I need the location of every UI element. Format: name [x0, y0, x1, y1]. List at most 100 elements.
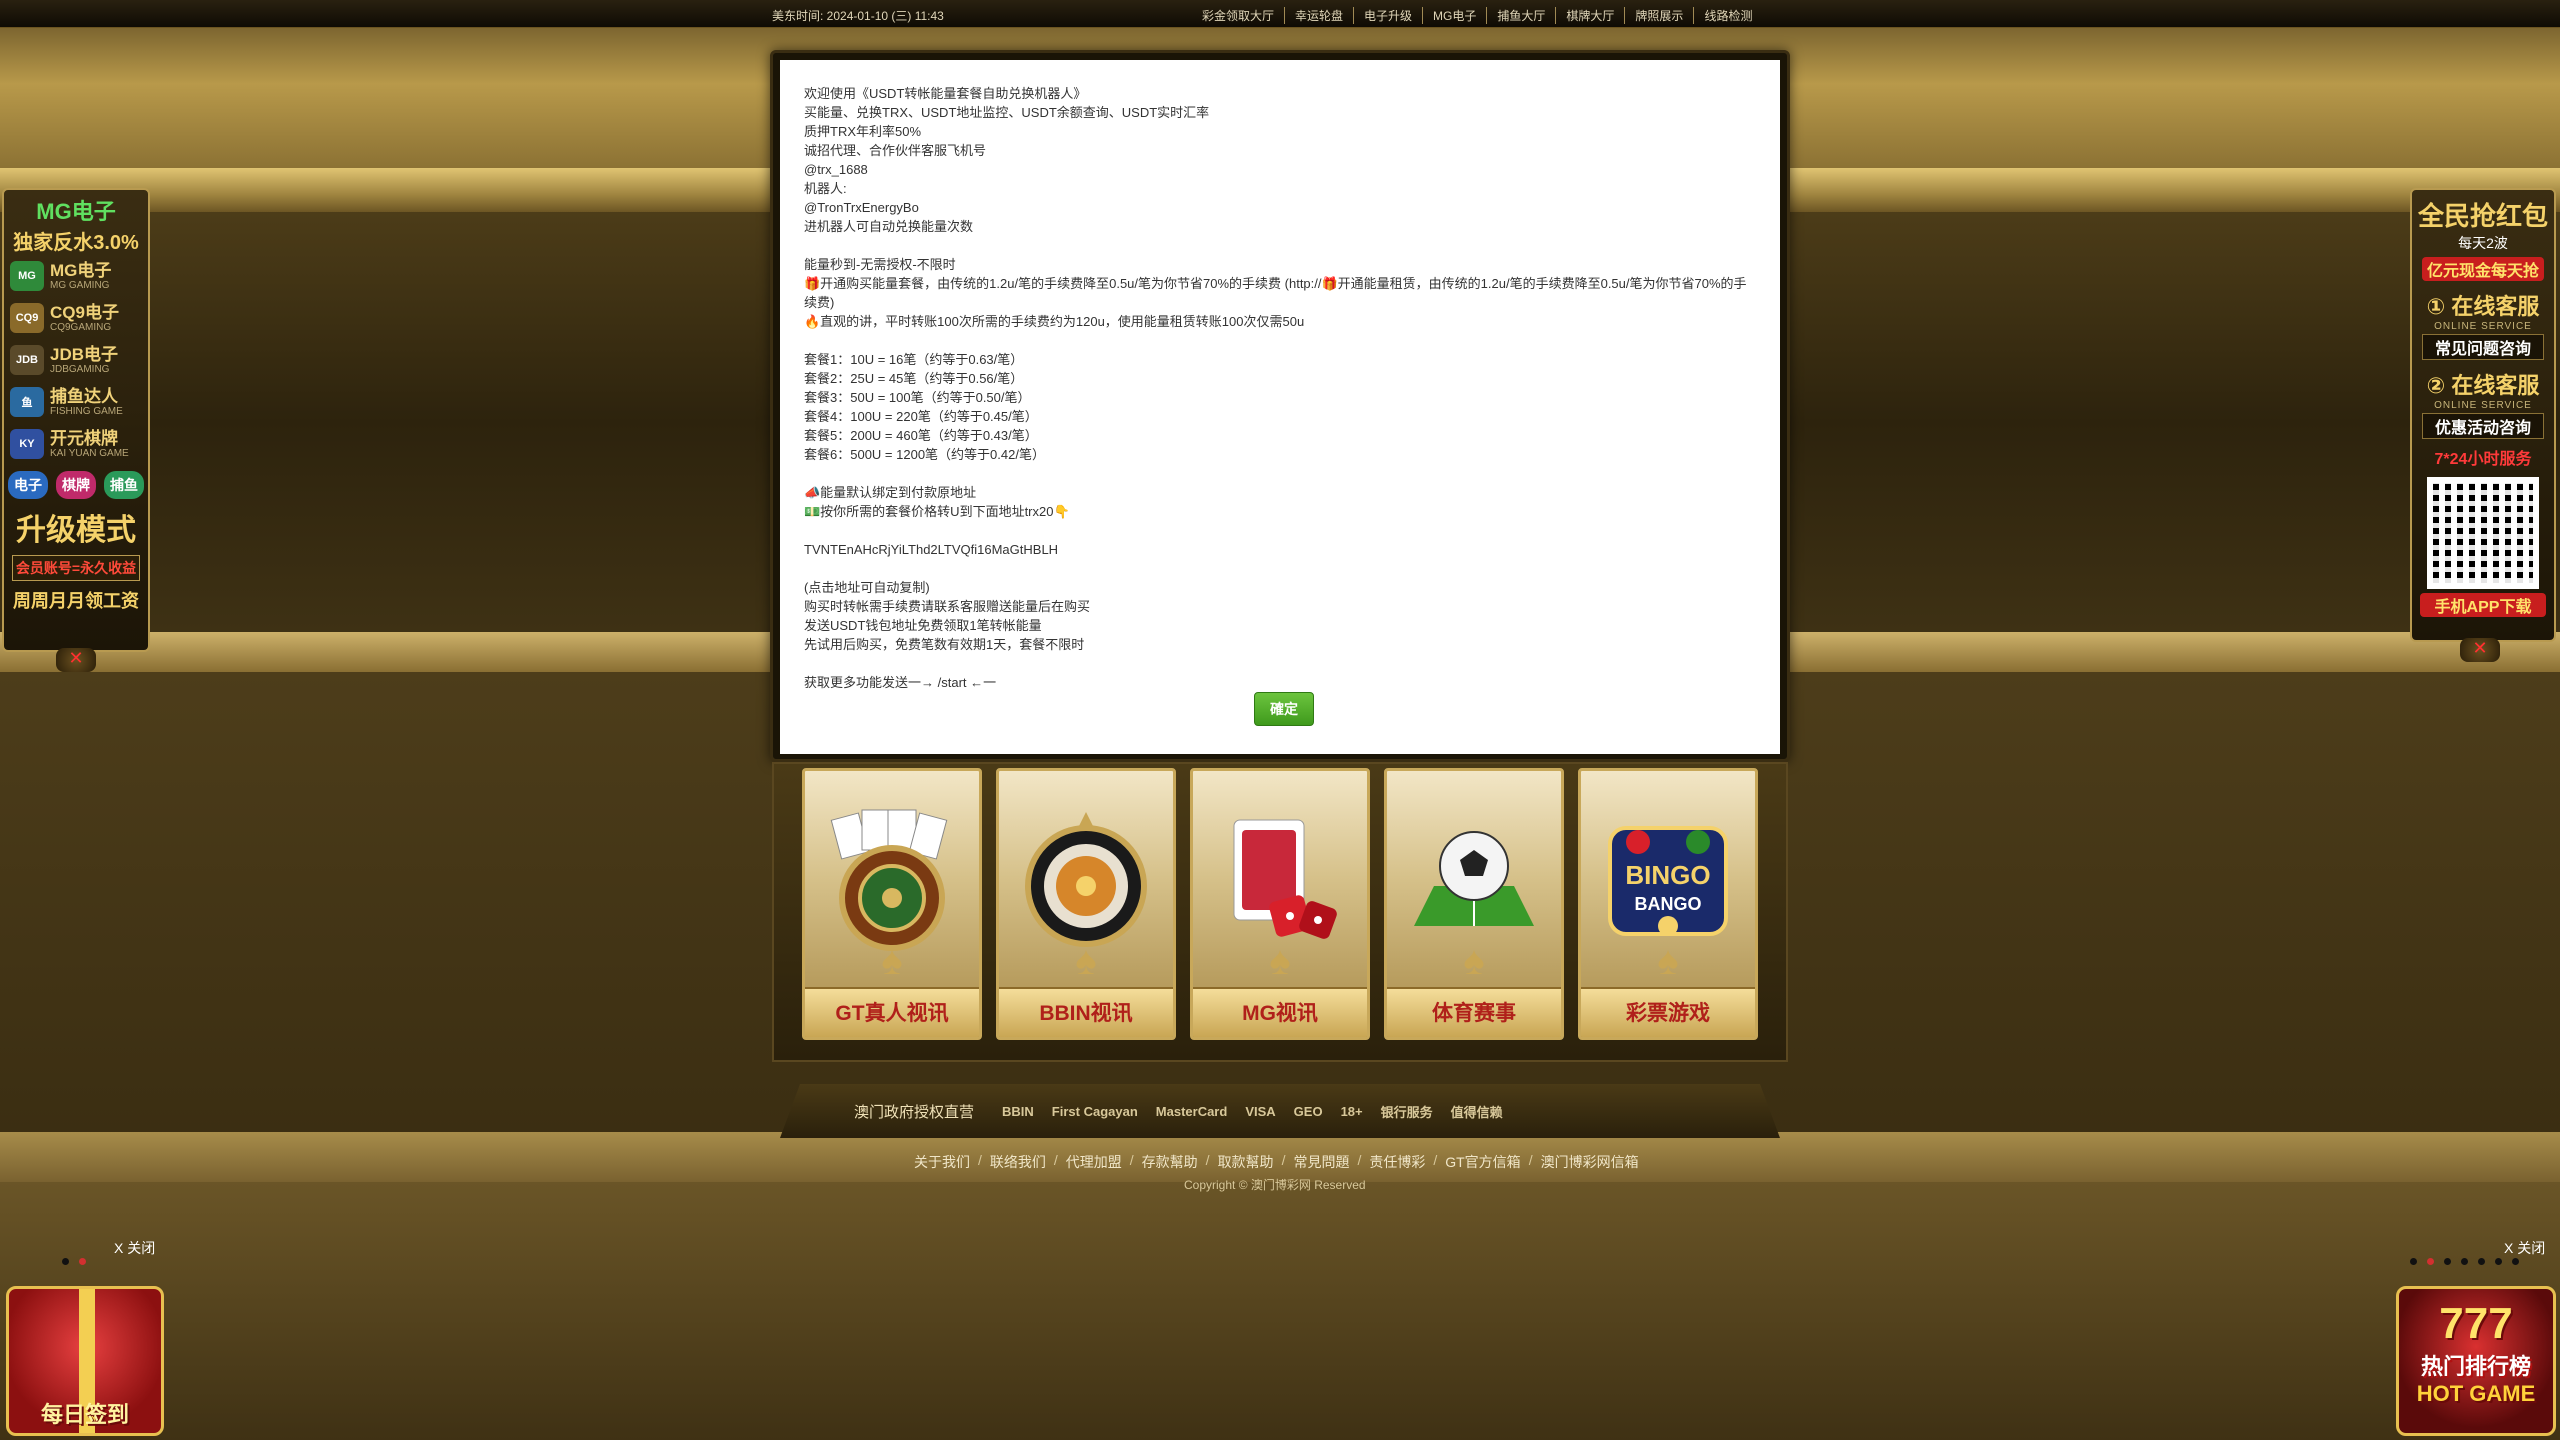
float-game-cq9[interactable]: CQ9 CQ9电子 CQ9GAMING — [4, 297, 148, 339]
salary-banner[interactable]: 周周月月领工资 — [4, 587, 148, 613]
nav-link[interactable]: MG电子 — [1423, 7, 1488, 24]
online-service-1[interactable]: ① 在线客服 ONLINE SERVICE 常见问题咨询 — [2412, 289, 2554, 360]
ok-button[interactable]: 確定 — [1254, 692, 1314, 726]
cq9-icon: CQ9 — [10, 303, 44, 333]
float-game-jdb[interactable]: JDB JDB电子 JDBGAMING — [4, 339, 148, 381]
jdb-icon: JDB — [10, 345, 44, 375]
mastercard-logo-icon: MasterCard — [1155, 1103, 1228, 1119]
app-download-button[interactable]: 手机APP下载 — [2420, 593, 2546, 617]
promo-inquiry-button[interactable]: 优惠活动咨询 — [2422, 413, 2544, 439]
spade-icon: ♠ — [1657, 939, 1679, 983]
footer-link[interactable]: GT官方信箱 — [1437, 1152, 1528, 1172]
bbin-logo-icon: BBIN — [1002, 1103, 1034, 1119]
footer-link[interactable]: 澳门博彩网信箱 — [1533, 1152, 1647, 1172]
game-sub: FISHING GAME — [50, 405, 123, 417]
category-tags: 电子 棋牌 捕鱼 — [4, 471, 148, 499]
game-card-mg[interactable]: ♠ MG视讯 — [1190, 768, 1370, 1040]
footer-link[interactable]: 联络我们 — [982, 1152, 1054, 1172]
footer-link[interactable]: 取款幫助 — [1210, 1152, 1282, 1172]
red-packet-prize: 亿元现金每天抢 — [2422, 257, 2544, 281]
upgrade-mode[interactable]: 升级模式 — [4, 505, 148, 549]
hot-game-title: 热门排行榜 — [2420, 1354, 2531, 1379]
game-name: CQ9电子 — [50, 302, 119, 322]
carousel-dots — [2410, 1258, 2519, 1265]
nav-link[interactable]: 线路检测 — [1694, 7, 1762, 24]
nav-link[interactable]: 棋牌大厅 — [1556, 7, 1626, 24]
carousel-dot[interactable] — [2461, 1258, 2468, 1265]
nav-link[interactable]: 牌照展示 — [1625, 7, 1695, 24]
package-line: 套餐1：10U = 16笔（约等于0.63/笔） — [804, 352, 1024, 367]
game-card-gt[interactable]: ♠ GT真人视讯 — [802, 768, 982, 1040]
float-game-ky[interactable]: KY 开元棋牌 KAI YUAN GAME — [4, 423, 148, 465]
modal-spacer — [804, 521, 1756, 540]
footer-links: 关于我们 / 联络我们 / 代理加盟 / 存款幫助 / 取款幫助 / 常見問題 / 责任博彩… — [906, 1152, 1647, 1172]
carousel-dot[interactable] — [2444, 1258, 2451, 1265]
modal-spacer — [804, 559, 1756, 578]
service-en: ONLINE SERVICE — [2434, 400, 2532, 411]
left-panel-close-icon[interactable]: ✕ — [56, 648, 96, 672]
carousel-dot[interactable] — [2478, 1258, 2485, 1265]
fish-icon: 鱼 — [10, 387, 44, 417]
game-label: 彩票游戏 — [1581, 987, 1755, 1037]
float-game-fishing[interactable]: 鱼 捕鱼达人 FISHING GAME — [4, 381, 148, 423]
first-cagayan-logo-icon: First Cagayan — [1051, 1103, 1138, 1119]
red-packet-subtitle: 每天2波 — [2458, 235, 2508, 251]
hot-game-widget[interactable]: 777 热门排行榜 HOT GAME — [2396, 1286, 2556, 1436]
carousel-dot[interactable] — [2495, 1258, 2502, 1265]
service-title: ① 在线客服 — [2426, 294, 2540, 319]
game-card-lottery[interactable]: BINGO BANGO ♠ 彩票游戏 — [1578, 768, 1758, 1040]
tag-fishing[interactable]: 捕鱼 — [104, 471, 144, 499]
right-widget-close-button[interactable]: X 关闭 — [2504, 1238, 2545, 1258]
tag-slots[interactable]: 电子 — [8, 471, 48, 499]
carousel-dot[interactable] — [2512, 1258, 2519, 1265]
carousel-dot[interactable] — [2427, 1258, 2434, 1265]
online-service-2[interactable]: ② 在线客服 ONLINE SERVICE 优惠活动咨询 — [2412, 368, 2554, 439]
carousel-dot[interactable] — [79, 1258, 86, 1265]
modal-spacer — [804, 331, 1756, 350]
wallet-address[interactable]: TVNTEnAHcRjYiLThd2LTVQfi16MaGtHBLH — [804, 540, 1756, 559]
carousel-dot[interactable] — [2410, 1258, 2417, 1265]
float-game-mg[interactable]: MG MG电子 MG GAMING — [4, 255, 148, 297]
left-float-panel: MG电子 独家反水3.0% MG MG电子 MG GAMING CQ9 CQ9电子… — [2, 188, 150, 652]
nav-link[interactable]: 幸运轮盘 — [1285, 7, 1355, 24]
mg-icon: MG — [10, 261, 44, 291]
hot-game-subtitle: HOT GAME — [2416, 1381, 2536, 1406]
game-sub: KAI YUAN GAME — [50, 447, 129, 459]
modal-spacer — [804, 654, 1756, 673]
license-bar: 澳门政府授权直营 BBIN First Cagayan MasterCard V… — [780, 1084, 1780, 1138]
footer-link[interactable]: 存款幫助 — [1134, 1152, 1206, 1172]
modal-line: 进机器人可自动兑换能量次数 — [804, 219, 974, 234]
footer-link[interactable]: 责任博彩 — [1361, 1152, 1433, 1172]
footer-link[interactable]: 关于我们 — [906, 1152, 978, 1172]
svg-text:BANGO: BANGO — [1635, 894, 1702, 914]
right-panel-close-icon[interactable]: ✕ — [2460, 638, 2500, 662]
package-line: 套餐3：50U = 100笔（约等于0.50/笔） — [804, 390, 1031, 405]
package-line: 套餐5：200U = 460笔（约等于0.43/笔） — [804, 428, 1038, 443]
promo-title[interactable]: MG电子 — [4, 194, 148, 226]
left-widget-close-button[interactable]: X 关闭 — [114, 1238, 155, 1258]
spade-icon: ♠ — [881, 939, 903, 983]
game-label: MG视讯 — [1193, 987, 1367, 1037]
carousel-dot[interactable] — [62, 1258, 69, 1265]
modal-line: 欢迎使用《USDT转帐能量套餐自助兑换机器人》 — [804, 86, 1087, 101]
member-banner: 会员账号=永久收益 — [12, 555, 140, 581]
age-18-icon: 18+ — [1340, 1103, 1363, 1119]
nav-link[interactable]: 电子升级 — [1354, 7, 1424, 24]
game-label: 体育赛事 — [1387, 987, 1561, 1037]
red-packet-title[interactable]: 全民抢红包 — [2412, 196, 2554, 233]
footer-link[interactable]: 常見問題 — [1285, 1152, 1357, 1172]
game-name: JDB电子 — [50, 344, 119, 364]
package-line: 套餐2：25U = 45笔（约等于0.56/笔） — [804, 371, 1024, 386]
game-label: GT真人视讯 — [805, 987, 979, 1037]
tag-cards[interactable]: 棋牌 — [56, 471, 96, 499]
nav-link[interactable]: 捕鱼大厅 — [1487, 7, 1557, 24]
game-card-sports[interactable]: ♠ 体育赛事 — [1384, 768, 1564, 1040]
daily-checkin-widget[interactable]: 每日签到 — [6, 1286, 164, 1436]
modal-spacer — [804, 464, 1756, 483]
game-card-bbin[interactable]: ♠ BBIN视讯 — [996, 768, 1176, 1040]
package-line: 套餐4：100U = 220笔（约等于0.45/笔） — [804, 409, 1038, 424]
modal-line: (点击地址可自动复制) — [804, 580, 930, 595]
nav-link[interactable]: 彩金领取大厅 — [1192, 7, 1286, 24]
faq-button[interactable]: 常见问题咨询 — [2422, 334, 2544, 360]
footer-link[interactable]: 代理加盟 — [1058, 1152, 1130, 1172]
